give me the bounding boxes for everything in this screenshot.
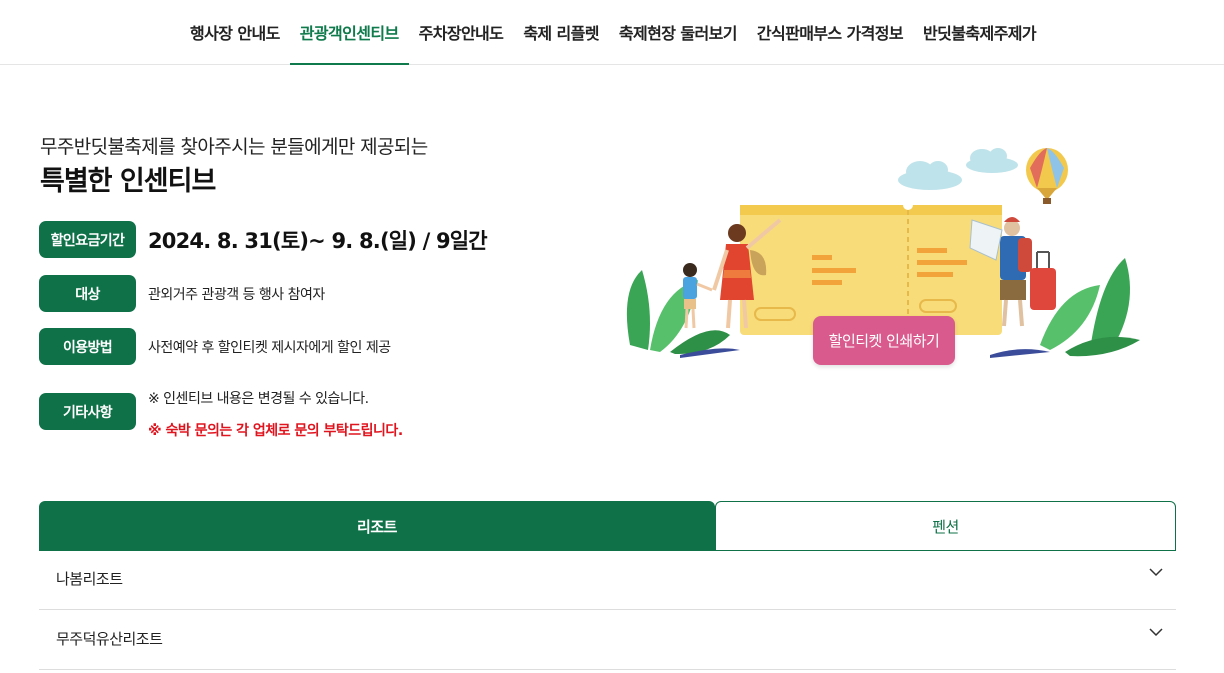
period-badge: 할인요금기간: [39, 221, 136, 258]
target-badge: 대상: [39, 275, 136, 312]
accordion-item-muju-deogyusan-resort[interactable]: 무주덕유산리조트: [39, 610, 1176, 670]
nav-item-snack-booth-prices[interactable]: 간식판매부스 가격정보: [747, 0, 913, 64]
etc-note-text: ※ 인센티브 내용은 변경될 수 있습니다.: [148, 391, 369, 407]
nav-item-tourist-incentive[interactable]: 관광객인센티브: [289, 0, 409, 65]
info-row-method: 이용방법 사전예약 후 할인티켓 제시자에게 할인 제공: [39, 328, 391, 365]
info-row-etc: 기타사항: [39, 393, 136, 430]
method-badge: 이용방법: [39, 328, 136, 365]
method-text: 사전예약 후 할인티켓 제시자에게 할인 제공: [148, 339, 391, 356]
accordion-item-nabom-resort[interactable]: 나봄리조트: [39, 550, 1176, 610]
print-ticket-button[interactable]: 할인티켓 인쇄하기: [813, 316, 955, 365]
nav-item-festival-tour[interactable]: 축제현장 둘러보기: [609, 0, 747, 64]
nav-item-venue-map[interactable]: 행사장 안내도: [180, 0, 290, 64]
tab-resort[interactable]: 리조트: [39, 501, 715, 551]
page-title: 특별한 인센티브: [40, 166, 216, 197]
chevron-down-icon: [1149, 568, 1163, 577]
period-text: 2024. 8. 31(토)~ 9. 8.(일) / 9일간: [148, 228, 488, 253]
info-row-target: 대상 관외거주 관광객 등 행사 참여자: [39, 275, 325, 312]
top-navigation: 행사장 안내도 관광객인센티브 주차장안내도 축제 리플렛 축제현장 둘러보기 …: [0, 0, 1224, 65]
cloud-icon: [898, 148, 1018, 190]
child-figure: [683, 263, 713, 329]
intro-subtitle: 무주반딧불축제를 찾아주시는 분들에게만 제공되는: [40, 136, 428, 158]
tab-pension[interactable]: 펜션: [715, 501, 1176, 551]
accordion-item-label: 나봄리조트: [56, 570, 123, 588]
etc-badge: 기타사항: [39, 393, 136, 430]
nav-item-festival-leaflet[interactable]: 축제 리플렛: [513, 0, 609, 64]
accordion-item-label: 무주덕유산리조트: [56, 630, 163, 648]
etc-warning-text: ※ 숙박 문의는 각 업체로 문의 부탁드립니다.: [148, 423, 403, 439]
nav-item-parking-map[interactable]: 주차장안내도: [409, 0, 514, 64]
target-text: 관외거주 관광객 등 행사 참여자: [148, 286, 325, 303]
suitcase-icon: [1030, 251, 1056, 310]
nav-item-theme-song[interactable]: 반딧불축제주제가: [913, 0, 1046, 64]
info-row-period: 할인요금기간 2024. 8. 31(토)~ 9. 8.(일) / 9일간: [39, 221, 488, 258]
hot-air-balloon-icon: [1026, 148, 1068, 204]
chevron-down-icon: [1149, 628, 1163, 637]
accommodation-tabs: 리조트 펜션: [39, 501, 1176, 551]
